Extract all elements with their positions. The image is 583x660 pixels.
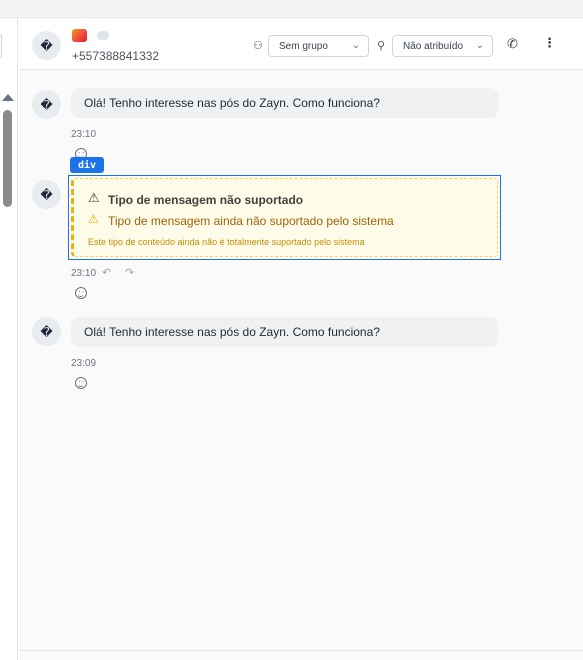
chat-pane: � +557388841332 ⚇ Sem grupo ⌄ ⚲ Não atri… <box>19 18 583 660</box>
more-vertical-icon[interactable]: ⋮ <box>543 36 556 51</box>
composer-divider <box>19 650 583 651</box>
sender-avatar[interactable]: � <box>32 90 61 119</box>
unsupported-title: Tipo de mensagem não suportado <box>108 193 304 207</box>
conversation-list-pane <box>0 18 18 660</box>
reply-icon[interactable]: ↶ <box>102 266 111 279</box>
group-select-value: Sem grupo <box>279 40 328 52</box>
emoji-icon <box>72 29 87 42</box>
speech-bubble-icon <box>97 31 109 40</box>
devtools-element-tag: div <box>70 157 104 173</box>
contact-phone: +557388841332 <box>72 49 160 63</box>
warning-icon: ⚠ <box>88 212 99 226</box>
chevron-down-icon: ⌄ <box>351 40 360 51</box>
scroll-up-arrow-icon[interactable] <box>2 94 14 101</box>
contact-avatar[interactable]: � <box>32 31 61 60</box>
react-emoji-icon[interactable] <box>75 287 87 299</box>
chevron-down-icon: ⌄ <box>475 40 484 51</box>
message-bubble[interactable]: Olá! Tenho interesse nas pós do Zayn. Co… <box>71 317 498 347</box>
user-icon: ⚲ <box>377 39 386 52</box>
message-bubble[interactable]: Olá! Tenho interesse nas pós do Zayn. Co… <box>71 88 498 118</box>
assign-select-value: Não atribuído <box>403 40 464 52</box>
group-select[interactable]: Sem grupo ⌄ <box>268 35 369 57</box>
message-time: 23:09 <box>71 358 97 369</box>
unsupported-subtitle: Tipo de mensagem ainda não suportado pel… <box>108 214 394 228</box>
users-icon: ⚇ <box>253 39 263 52</box>
phone-icon[interactable]: ✆ <box>507 37 518 52</box>
assign-select[interactable]: Não atribuído ⌄ <box>392 35 493 57</box>
sender-avatar[interactable]: � <box>32 317 61 346</box>
scrollbar-thumb[interactable] <box>3 110 12 207</box>
unsupported-message-card: ⚠ Tipo de mensagem não suportado ⚠ Tipo … <box>71 178 498 257</box>
message-time: 23:10 <box>71 268 97 279</box>
unsupported-note: Este tipo de conteúdo ainda não é totalm… <box>88 237 365 247</box>
warning-outline-icon: ⚠ <box>88 191 100 206</box>
chat-header: � +557388841332 ⚇ Sem grupo ⌄ ⚲ Não atri… <box>19 18 583 70</box>
message-time: 23:10 <box>71 129 97 140</box>
forward-icon[interactable]: ↷ <box>125 266 134 279</box>
sender-avatar[interactable]: � <box>32 180 61 209</box>
react-emoji-icon[interactable] <box>75 377 87 389</box>
contact-name-emojis <box>72 29 109 42</box>
browser-top-strip <box>0 0 583 18</box>
list-item-edge[interactable] <box>0 33 2 59</box>
